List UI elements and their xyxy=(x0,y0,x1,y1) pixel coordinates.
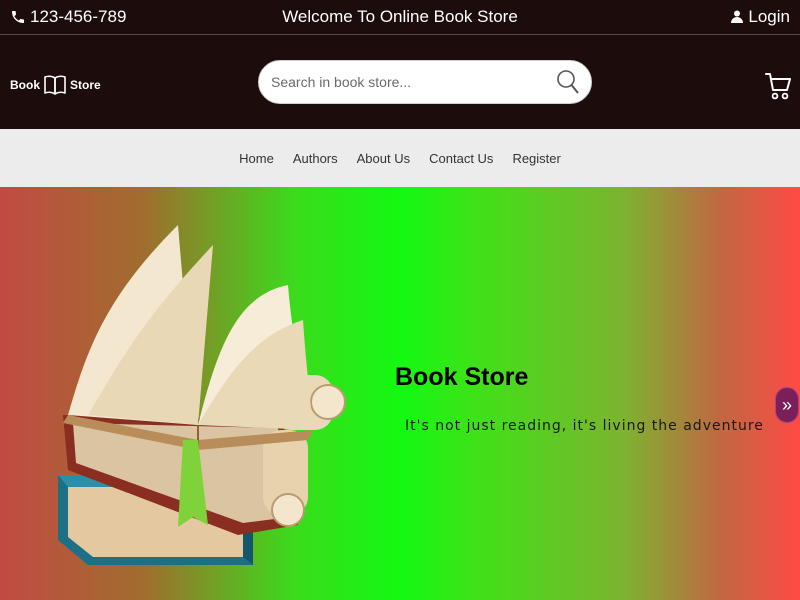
search-input[interactable] xyxy=(271,74,555,90)
hero-subtitle: It's not just reading, it's living the a… xyxy=(405,418,764,434)
search-bar xyxy=(258,60,592,104)
hero-title: Book Store xyxy=(395,363,529,391)
books-illustration xyxy=(58,225,346,565)
nav-home[interactable]: Home xyxy=(239,151,274,166)
open-book-icon xyxy=(44,75,66,95)
nav-authors[interactable]: Authors xyxy=(293,151,338,166)
phone-icon xyxy=(12,11,24,23)
main-nav: Home Authors About Us Contact Us Registe… xyxy=(0,129,800,187)
phone-number: 123-456-789 xyxy=(30,7,127,26)
carousel-next-button[interactable]: » xyxy=(775,387,799,423)
user-icon xyxy=(731,10,744,23)
chevron-right-icon: » xyxy=(781,394,792,415)
cart-icon xyxy=(765,73,791,100)
header: Book Store xyxy=(0,35,800,129)
login-button[interactable]: Login xyxy=(731,7,790,27)
nav-register[interactable]: Register xyxy=(512,151,560,166)
cart-button[interactable] xyxy=(765,71,791,101)
nav-about-us[interactable]: About Us xyxy=(357,151,410,166)
logo-text-book: Book xyxy=(10,78,40,92)
hero-banner: Book Store It's not just reading, it's l… xyxy=(0,187,800,600)
search-icon xyxy=(557,70,579,94)
phone-contact[interactable]: 123-456-789 xyxy=(10,7,126,27)
site-logo[interactable]: Book Store xyxy=(10,73,101,97)
login-label: Login xyxy=(748,7,790,26)
nav-contact-us[interactable]: Contact Us xyxy=(429,151,493,166)
search-button[interactable] xyxy=(555,67,581,97)
logo-text-store: Store xyxy=(70,78,101,92)
top-bar: 123-456-789 Welcome To Online Book Store… xyxy=(0,0,800,35)
